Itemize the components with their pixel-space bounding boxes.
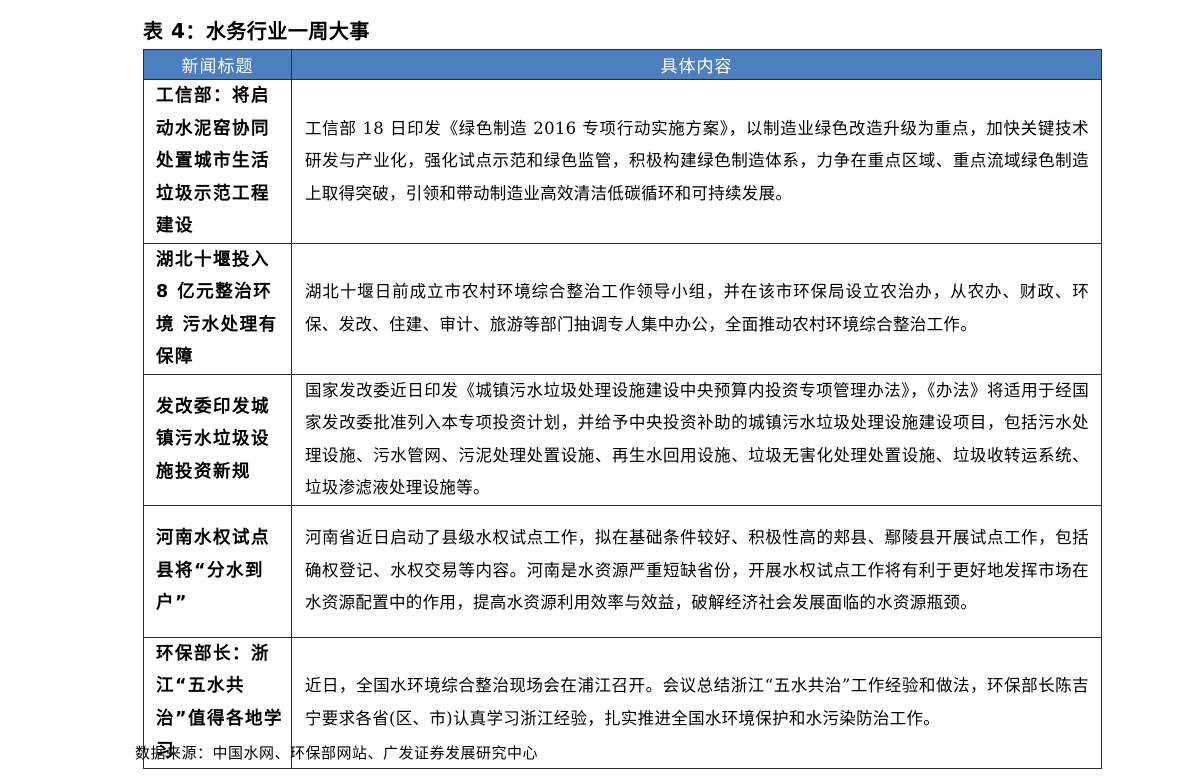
news-content-cell: 湖北十堰日前成立市农村环境综合整治工作领导小组，并在该市环保局设立农治办，从农办…	[291, 242, 1102, 375]
table-row: 湖北十堰投入 8 亿元整治环境 污水处理有保障 湖北十堰日前成立市农村环境综合整…	[143, 242, 1102, 375]
news-title-cell: 湖北十堰投入 8 亿元整治环境 污水处理有保障	[143, 242, 292, 375]
news-title-cell: 河南水权试点县将“分水到户”	[143, 504, 292, 638]
news-title-cell: 发改委印发城镇污水垃圾设施投资新规	[143, 373, 292, 506]
table-header-row: 新闻标题 具体内容	[143, 49, 1102, 80]
table-row: 河南水权试点县将“分水到户” 河南省近日启动了县级水权试点工作，拟在基础条件较好…	[143, 504, 1102, 638]
header-news-title: 新闻标题	[143, 49, 292, 80]
table-row: 发改委印发城镇污水垃圾设施投资新规 国家发改委近日印发《城镇污水垃圾处理设施建设…	[143, 373, 1102, 506]
data-source-note: 数据来源：中国水网、环保部网站、广发证券发展研究中心	[135, 744, 539, 762]
news-table: 新闻标题 具体内容 工信部：将启动水泥窑协同处置城市生活垃圾示范工程建设 工信部…	[143, 49, 1102, 769]
news-content-cell: 工信部 18 日印发《绿色制造 2016 专项行动实施方案》，以制造业绿色改造升…	[291, 79, 1102, 244]
news-title-cell: 工信部：将启动水泥窑协同处置城市生活垃圾示范工程建设	[143, 79, 292, 244]
table-caption: 表 4：水务行业一周大事	[143, 19, 370, 43]
header-details: 具体内容	[291, 49, 1102, 80]
news-content-cell: 国家发改委近日印发《城镇污水垃圾处理设施建设中央预算内投资专项管理办法》，《办法…	[291, 373, 1102, 506]
news-content-cell: 河南省近日启动了县级水权试点工作，拟在基础条件较好、积极性高的郏县、鄢陵县开展试…	[291, 504, 1102, 638]
table-row: 工信部：将启动水泥窑协同处置城市生活垃圾示范工程建设 工信部 18 日印发《绿色…	[143, 79, 1102, 244]
